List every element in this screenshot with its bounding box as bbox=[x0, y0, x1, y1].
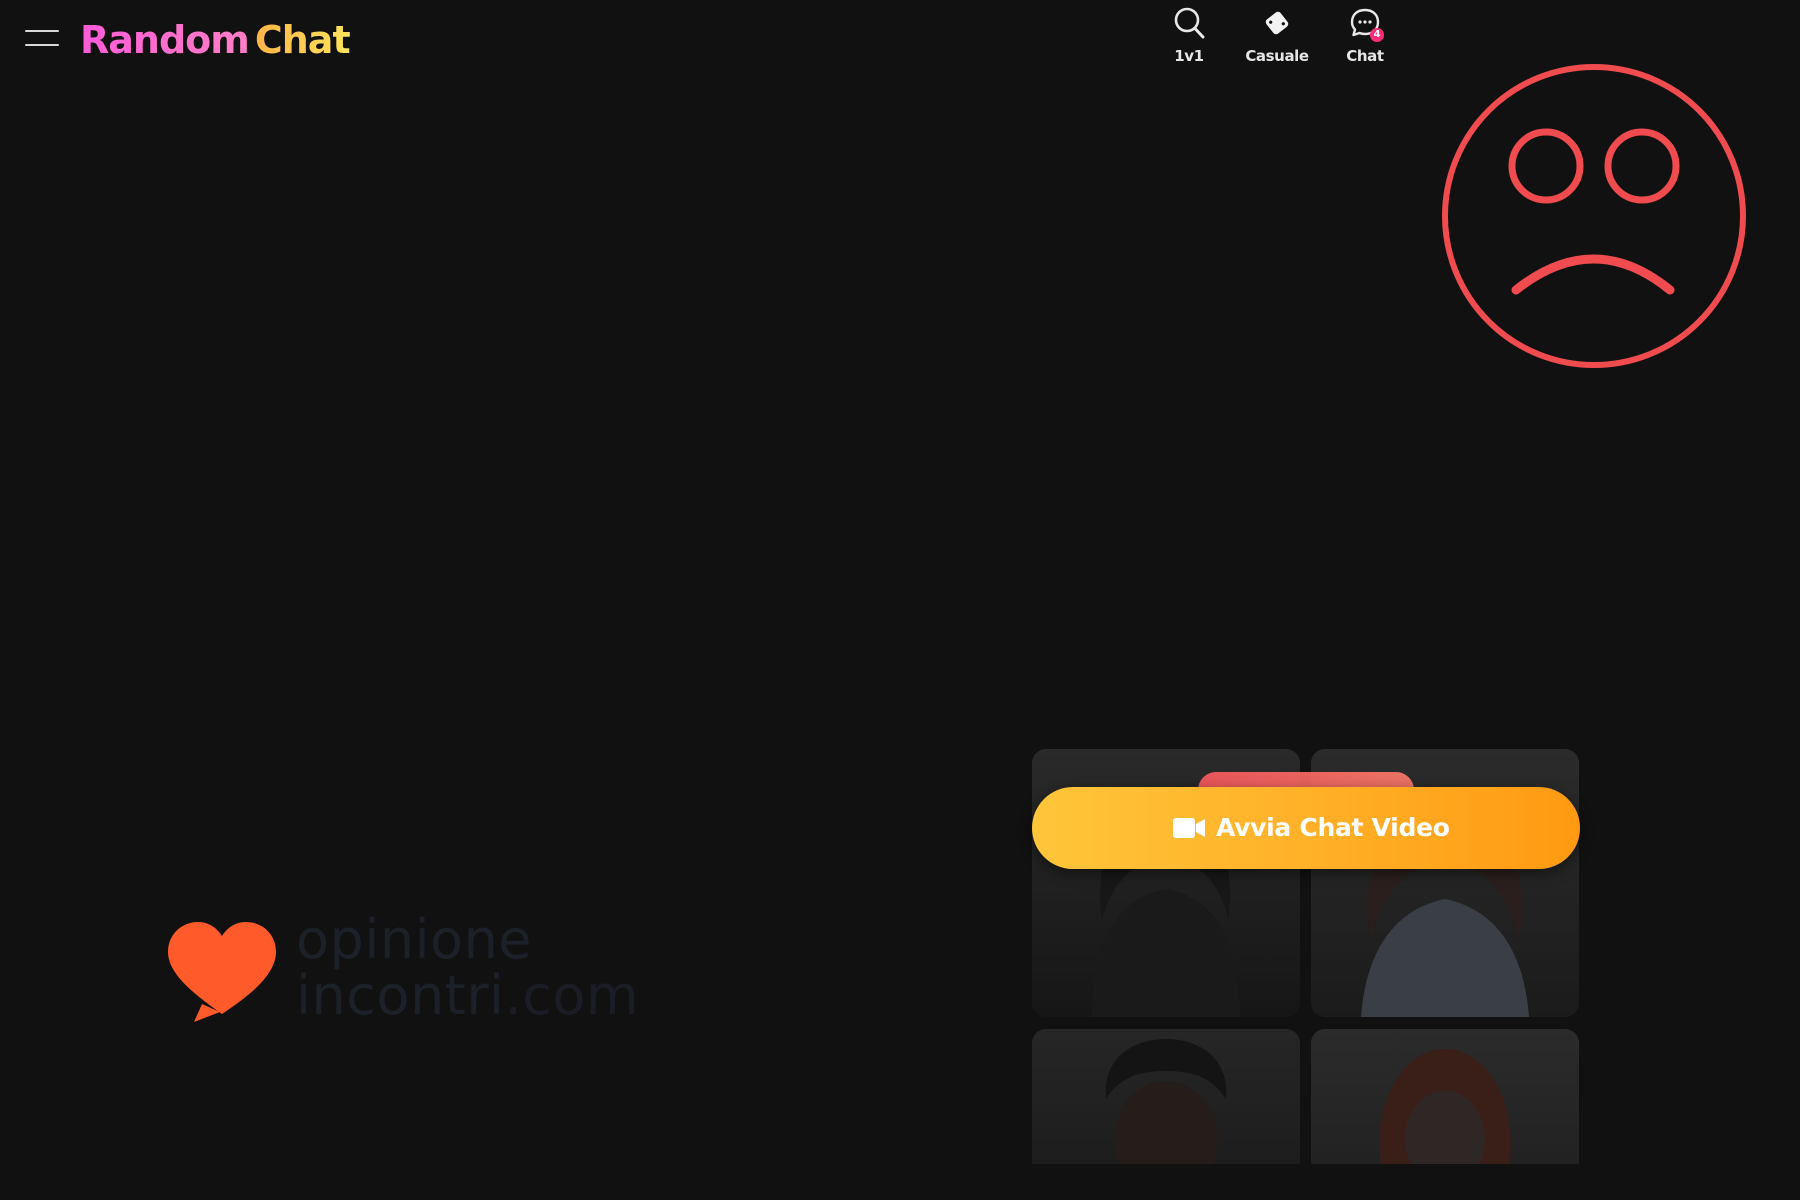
start-video-chat-button[interactable]: Avvia Chat Video bbox=[1032, 787, 1580, 869]
watermark-text: opinione incontri.com bbox=[296, 912, 639, 1024]
brand-word-random: Random bbox=[80, 18, 250, 62]
brand-word-chat: Chat bbox=[254, 18, 351, 62]
dice-icon bbox=[1265, 11, 1289, 35]
profile-photo-4[interactable] bbox=[1311, 1029, 1579, 1164]
profile-silhouette bbox=[1105, 1039, 1227, 1164]
watermark-main: incontri bbox=[296, 964, 505, 1027]
video-camera-icon bbox=[1173, 818, 1205, 838]
brand-logo[interactable]: Random Chat bbox=[80, 14, 351, 66]
sad-face-icon bbox=[1442, 64, 1746, 368]
menu-line-bottom bbox=[25, 44, 59, 46]
hamburger-menu-icon[interactable] bbox=[25, 30, 59, 48]
chat-count-badge: 4 bbox=[1370, 28, 1384, 42]
menu-line-top bbox=[25, 30, 59, 32]
nav-label-casuale: Casuale bbox=[1245, 47, 1309, 65]
profile-silhouette bbox=[1379, 1049, 1511, 1164]
start-video-chat-label: Avvia Chat Video bbox=[1216, 813, 1450, 842]
search-icon bbox=[1174, 7, 1205, 39]
nav-item-casuale[interactable]: Casuale bbox=[1232, 4, 1322, 70]
profile-photo-3[interactable] bbox=[1032, 1029, 1300, 1164]
nav-item-chat[interactable]: 4 Chat bbox=[1320, 4, 1410, 70]
heart-logo-icon bbox=[168, 922, 276, 1022]
watermark-line-2: incontri.com bbox=[296, 968, 639, 1024]
nav-label-1v1: 1v1 bbox=[1174, 47, 1204, 65]
nav-item-1v1[interactable]: 1v1 bbox=[1144, 4, 1234, 70]
watermark-domain: .com bbox=[504, 964, 640, 1027]
page: Random Chat 1v1 Casuale 4 Chat opinione … bbox=[0, 0, 1800, 1200]
nav-label-chat: Chat bbox=[1346, 47, 1384, 65]
watermark-line-1: opinione bbox=[296, 908, 533, 971]
